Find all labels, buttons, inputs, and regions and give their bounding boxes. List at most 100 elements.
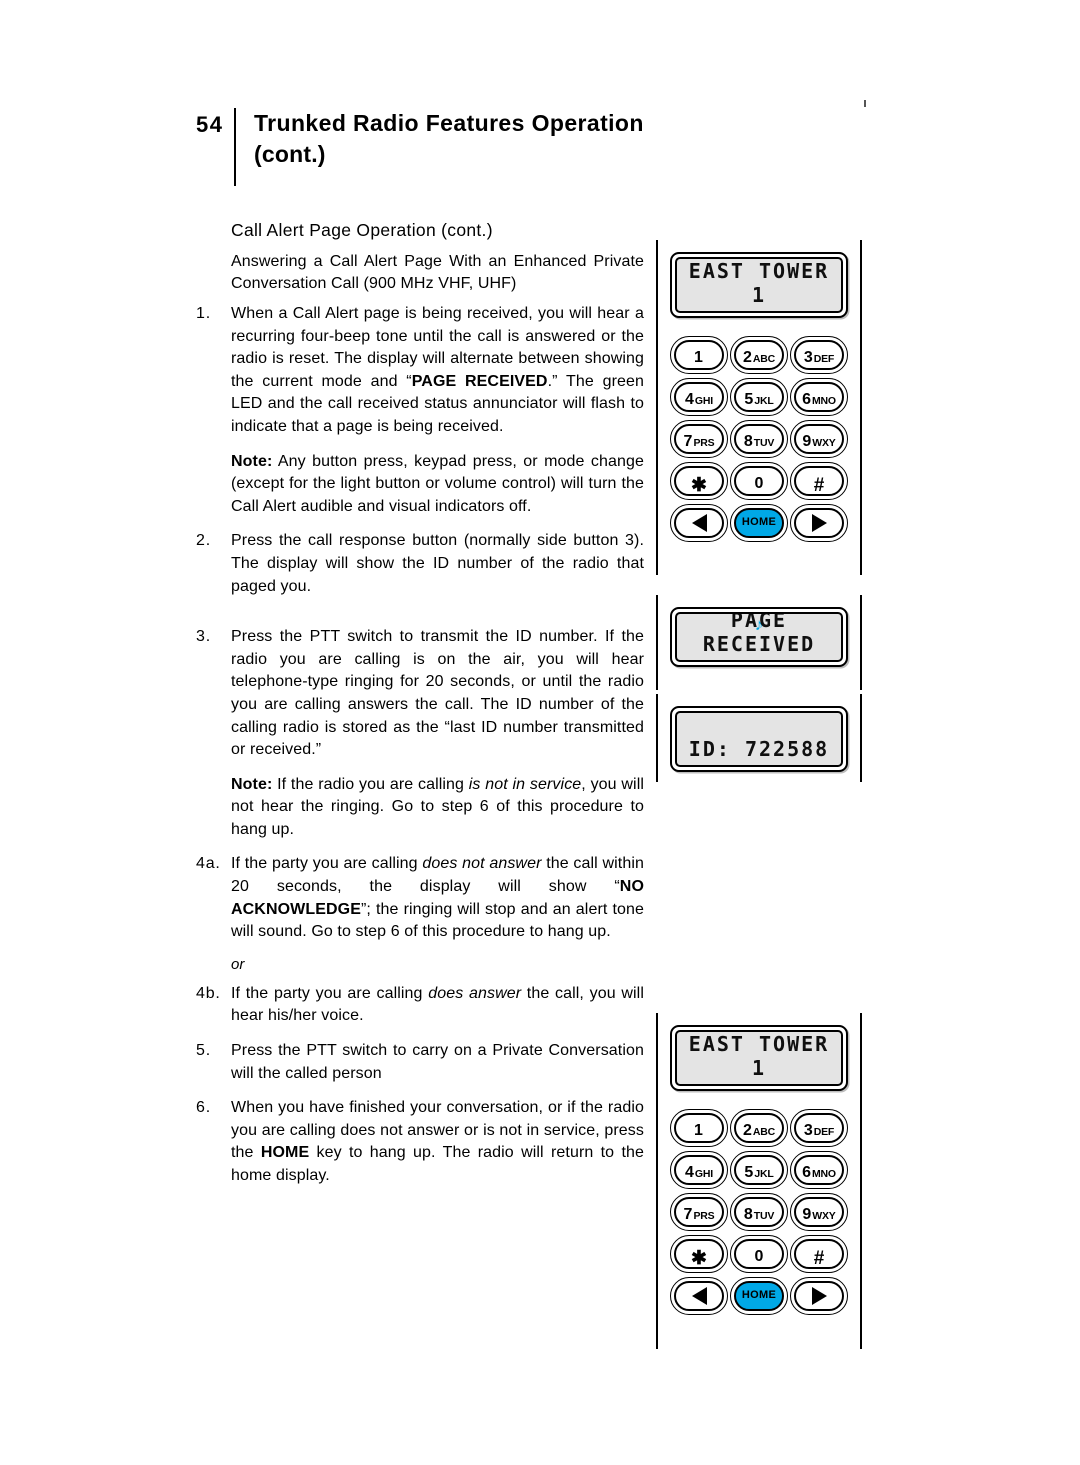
note-1-label: Note: (231, 452, 273, 470)
step-3: 3. Press the PTT switch to transmit the … (196, 626, 644, 762)
key-8-letters: TUV (753, 437, 775, 449)
lcd-display: EAST TOWER 1 (670, 1025, 848, 1091)
key-0-digit: 0 (754, 1248, 764, 1265)
key-1-digit: 1 (694, 349, 703, 366)
key-4-letters: GHI (694, 395, 713, 407)
key-6-letters: MNO (812, 1168, 836, 1180)
key-9-letters: WXY (812, 437, 836, 449)
key-2[interactable]: 2 ABC (730, 336, 788, 374)
key-0[interactable]: 0 (730, 462, 788, 500)
key-9[interactable]: 9 WXY (790, 1193, 848, 1231)
key-right-arrow[interactable] (790, 1277, 848, 1315)
lcd-text: EAST TOWER 1 (688, 1032, 830, 1080)
keypad: 1 2 ABC 3 DEF 4 GHI 5 JKL 6 MNO 7 PRS 8 TUV 9 WX… (670, 336, 848, 542)
note-1-text: Any button press, keypad press, or mode … (231, 452, 644, 515)
key-7[interactable]: 7 PRS (670, 1193, 728, 1231)
radio-illustration-id: ID: 722588 (656, 694, 862, 782)
keypad: 1 2 ABC 3 DEF 4 GHI 5 JKL 6 MNO 7 PRS 8 TUV 9 WX… (670, 1109, 848, 1315)
page-number: 54 (196, 112, 224, 137)
page-header: 54 Trunked Radio Features Operation (con… (196, 108, 816, 186)
hash-icon: # (813, 1248, 825, 1269)
key-8-digit: 8 (743, 433, 753, 450)
key-4-digit: 4 (685, 1164, 694, 1181)
hash-icon: # (813, 475, 825, 496)
step-5-number: 5. (196, 1042, 211, 1060)
key-1[interactable]: 1 (670, 336, 728, 374)
key-0-digit: 0 (754, 475, 764, 492)
key-1[interactable]: 1 (670, 1109, 728, 1147)
lcd-text: ID: 722588 (688, 737, 830, 761)
step-2-number: 2. (196, 532, 211, 550)
crop-mark-tick (864, 100, 866, 107)
step-3-number: 3. (196, 628, 211, 646)
radio-illustration-top: EAST TOWER 1 1 2 ABC 3 DEF 4 GHI 5 JKL 6 MNO … (656, 240, 862, 575)
key-3[interactable]: 3 DEF (790, 336, 848, 374)
key-8[interactable]: 8 TUV (730, 420, 788, 458)
key-9-digit: 9 (802, 433, 812, 450)
step-6-number: 6. (196, 1099, 211, 1117)
key-6-digit: 6 (802, 1164, 811, 1181)
key-4[interactable]: 4 GHI (670, 378, 728, 416)
key-hash[interactable]: # (790, 1235, 848, 1273)
key-left-arrow[interactable] (670, 1277, 728, 1315)
radio-body: EAST TOWER 1 1 2 ABC 3 DEF 4 GHI 5 JKL 6 MNO … (656, 1013, 862, 1349)
key-9-letters: WXY (812, 1210, 836, 1222)
key-3-letters: DEF (813, 353, 835, 365)
key-2[interactable]: 2 ABC (730, 1109, 788, 1147)
step-2-text: Press the call response button (normally… (231, 532, 644, 595)
step-4a-text: If the party you are calling does not an… (231, 855, 644, 941)
step-5: 5. Press the PTT switch to carry on a Pr… (196, 1040, 644, 1085)
key-7-digit: 7 (683, 433, 693, 450)
step-1-number: 1. (196, 305, 211, 322)
lcd-display: EAST TOWER 1 (670, 252, 848, 318)
step-4b-number: 4b. (196, 984, 221, 1002)
key-6-letters: MNO (812, 395, 836, 407)
step-2: 2. Press the call response button (norma… (196, 530, 644, 598)
key-star[interactable]: ✱ (670, 1235, 728, 1273)
key-5[interactable]: 5 JKL (730, 1151, 788, 1189)
key-4-letters: GHI (694, 1168, 713, 1180)
step-1-text: When a Call Alert page is being received… (231, 305, 644, 435)
key-6[interactable]: 6 MNO (790, 1151, 848, 1189)
step-6-text: When you have finished your conversation… (231, 1099, 644, 1184)
key-star[interactable]: ✱ (670, 462, 728, 500)
key-home[interactable]: HOME (730, 504, 788, 542)
arrow-left-icon (691, 514, 707, 532)
page-title-line2: (cont.) (254, 141, 326, 167)
radio-body: ♪ PAGE RECEIVED (656, 595, 862, 690)
key-4-digit: 4 (685, 391, 694, 408)
key-5-letters: JKL (754, 395, 774, 407)
key-8-letters: TUV (753, 1210, 775, 1222)
lcd-screen: EAST TOWER 1 (675, 257, 843, 313)
key-2-letters: ABC (752, 1126, 776, 1138)
key-home[interactable]: HOME (730, 1277, 788, 1315)
body-content: Call Alert Page Operation (cont.) Answer… (196, 218, 644, 1200)
lcd-text: PAGE RECEIVED (702, 612, 816, 656)
key-7[interactable]: 7 PRS (670, 420, 728, 458)
arrow-right-icon (811, 1287, 827, 1305)
key-5-digit: 5 (744, 1164, 754, 1181)
or-separator: or (231, 955, 245, 973)
note-2-text: If the radio you are calling is not in s… (231, 775, 645, 838)
key-hash[interactable]: # (790, 462, 848, 500)
key-0[interactable]: 0 (730, 1235, 788, 1273)
key-6-digit: 6 (802, 391, 811, 408)
key-2-digit: 2 (742, 1122, 752, 1139)
key-3[interactable]: 3 DEF (790, 1109, 848, 1147)
lcd-screen: ♪ PAGE RECEIVED (675, 612, 843, 662)
step-4b-text: If the party you are calling does answer… (231, 984, 644, 1025)
key-left-arrow[interactable] (670, 504, 728, 542)
lcd-display: ♪ PAGE RECEIVED (670, 607, 848, 667)
key-4[interactable]: 4 GHI (670, 1151, 728, 1189)
key-5[interactable]: 5 JKL (730, 378, 788, 416)
home-key-label: HOME (741, 1289, 777, 1301)
key-8[interactable]: 8 TUV (730, 1193, 788, 1231)
note-1: Note: Any button press, keypad press, or… (231, 451, 644, 519)
key-9[interactable]: 9 WXY (790, 420, 848, 458)
key-6[interactable]: 6 MNO (790, 378, 848, 416)
key-right-arrow[interactable] (790, 504, 848, 542)
key-2-letters: ABC (752, 353, 776, 365)
arrow-right-icon (811, 514, 827, 532)
home-key-label: HOME (741, 516, 777, 528)
radio-body: EAST TOWER 1 1 2 ABC 3 DEF 4 GHI 5 JKL 6 MNO … (656, 240, 862, 575)
